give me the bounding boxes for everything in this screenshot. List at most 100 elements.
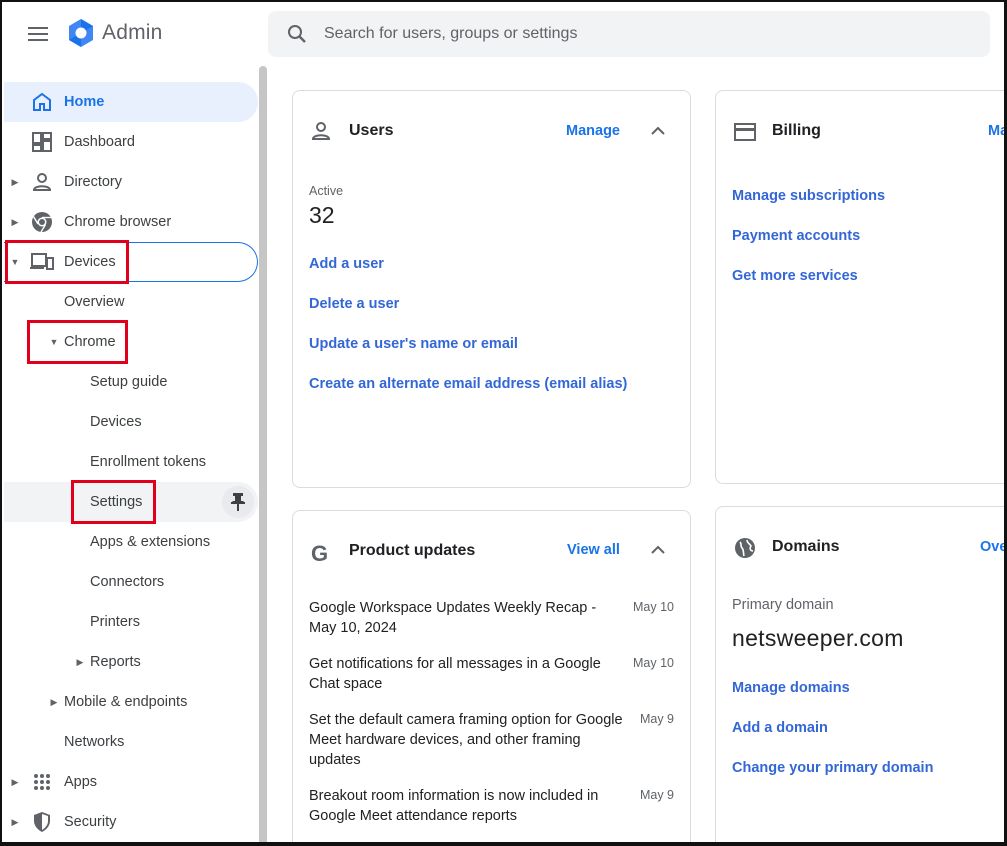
top-bar: Admin — [0, 0, 1007, 66]
product-updates-card: G Product updates View all Google Worksp… — [292, 510, 691, 846]
pin-icon — [231, 493, 245, 511]
sidebar-item-label: Security — [64, 814, 117, 830]
devices-icon — [30, 250, 54, 274]
card-title: Users — [349, 122, 394, 139]
sidebar-item-directory[interactable]: ▶ Directory — [4, 162, 258, 202]
search-input[interactable] — [324, 25, 924, 43]
create-email-alias-link[interactable]: Create an alternate email address (email… — [309, 376, 627, 392]
admin-hexagon-icon — [69, 19, 93, 47]
search-bar[interactable] — [268, 11, 990, 57]
person-icon — [30, 170, 54, 194]
caret-right-icon[interactable]: ▶ — [10, 777, 20, 787]
sidebar-item-label: Mobile & endpoints — [64, 694, 188, 710]
pin-button[interactable] — [222, 486, 254, 518]
sidebar-item-overview[interactable]: Overview — [4, 282, 258, 322]
sidebar-item-connectors[interactable]: Connectors — [4, 562, 258, 602]
chevron-up-icon[interactable] — [646, 537, 670, 561]
sidebar-scrollbar[interactable] — [259, 66, 267, 846]
sidebar-item-label: Settings — [90, 494, 143, 510]
update-item-date: May 10 — [633, 600, 674, 614]
update-item-date: May 9 — [639, 788, 674, 802]
change-primary-domain-link[interactable]: Change your primary domain — [732, 760, 933, 776]
sidebar-item-label: Connectors — [90, 574, 165, 590]
chevron-up-icon[interactable] — [646, 118, 670, 142]
caret-right-icon[interactable]: ▶ — [10, 177, 20, 187]
domains-card: Domains Ove Primary domain netsweeper.co… — [715, 506, 1007, 846]
sidebar-item-label: Apps & extensions — [90, 534, 211, 550]
apps-grid-icon — [30, 770, 54, 794]
primary-domain-label: Primary domain — [732, 597, 834, 613]
sidebar-item-security[interactable]: ▶ Security — [4, 802, 258, 842]
payment-accounts-link[interactable]: Payment accounts — [732, 228, 860, 244]
globe-icon — [734, 537, 756, 564]
sidebar-item-label: Networks — [64, 734, 125, 750]
main-menu-button[interactable] — [24, 20, 52, 48]
sidebar-item-label: Enrollment tokens — [90, 454, 207, 470]
sidebar-item-apps[interactable]: ▶ Apps — [4, 762, 258, 802]
sidebar: Home Dashboard ▶ Directory ▶ Chrome brow… — [0, 66, 258, 846]
users-card: Users Manage Active 32 Add a user Delete… — [292, 90, 691, 488]
home-icon — [30, 90, 54, 114]
caret-right-icon[interactable]: ▶ — [49, 697, 59, 707]
sidebar-item-label: Apps — [64, 774, 98, 790]
caret-down-icon[interactable]: ▼ — [49, 337, 59, 347]
view-all-updates-link[interactable]: View all — [567, 542, 620, 558]
active-user-count: 32 — [309, 202, 335, 228]
sidebar-item-label: Setup guide — [90, 374, 168, 390]
manage-subscriptions-link[interactable]: Manage subscriptions — [732, 188, 885, 204]
admin-logo[interactable]: Admin — [66, 18, 163, 48]
credit-card-icon — [734, 123, 756, 146]
card-title: Domains — [772, 538, 840, 555]
sidebar-item-enrollment-tokens[interactable]: Enrollment tokens — [4, 442, 258, 482]
sidebar-item-label: Devices — [64, 254, 116, 270]
sidebar-item-label: Chrome — [64, 334, 116, 350]
person-icon — [311, 121, 331, 146]
sidebar-item-label: Printers — [90, 614, 140, 630]
delete-user-link[interactable]: Delete a user — [309, 296, 399, 312]
sidebar-item-mobile-endpoints[interactable]: ▶ Mobile & endpoints — [4, 682, 258, 722]
domains-overview-link[interactable]: Ove — [980, 539, 1007, 555]
sidebar-item-apps-extensions[interactable]: Apps & extensions — [4, 522, 258, 562]
manage-users-link[interactable]: Manage — [566, 123, 620, 139]
dashboard-icon — [30, 130, 54, 154]
sidebar-item-label: Directory — [64, 174, 123, 190]
sidebar-item-chrome-devices[interactable]: Devices — [4, 402, 258, 442]
hamburger-icon — [28, 27, 48, 41]
get-more-services-link[interactable]: Get more services — [732, 268, 858, 284]
sidebar-item-home[interactable]: Home — [4, 82, 258, 122]
sidebar-item-networks[interactable]: Networks — [4, 722, 258, 762]
sidebar-item-reports[interactable]: ▶ Reports — [4, 642, 258, 682]
sidebar-item-label: Devices — [90, 414, 142, 430]
sidebar-item-chrome[interactable]: ▼ Chrome — [4, 322, 258, 362]
active-label: Active — [309, 184, 344, 198]
sidebar-item-devices[interactable]: ▼ Devices — [4, 242, 258, 282]
add-user-link[interactable]: Add a user — [309, 256, 384, 272]
update-user-link[interactable]: Update a user's name or email — [309, 336, 518, 352]
sidebar-item-chrome-browser[interactable]: ▶ Chrome browser — [4, 202, 258, 242]
caret-right-icon[interactable]: ▶ — [10, 217, 20, 227]
main-content: Users Manage Active 32 Add a user Delete… — [268, 66, 1007, 846]
primary-domain-value: netsweeper.com — [732, 625, 904, 651]
app-name: Admin — [102, 21, 163, 44]
sidebar-item-printers[interactable]: Printers — [4, 602, 258, 642]
add-domain-link[interactable]: Add a domain — [732, 720, 828, 736]
manage-billing-link[interactable]: Ma — [988, 123, 1007, 139]
billing-card: Billing Ma Manage subscriptions Payment … — [715, 90, 1007, 484]
chrome-icon — [30, 210, 54, 234]
sidebar-item-setup-guide[interactable]: Setup guide — [4, 362, 258, 402]
update-item-title[interactable]: Get notifications for all messages in a … — [309, 654, 609, 694]
update-item-date: May 10 — [633, 656, 674, 670]
sidebar-item-settings[interactable]: Settings — [4, 482, 258, 522]
sidebar-item-label: Chrome browser — [64, 214, 172, 230]
caret-down-icon[interactable]: ▼ — [10, 257, 20, 267]
update-item-date: May 9 — [639, 712, 674, 726]
update-item-title[interactable]: Set the default camera framing option fo… — [309, 710, 627, 770]
caret-right-icon[interactable]: ▶ — [75, 657, 85, 667]
sidebar-item-label: Dashboard — [64, 134, 135, 150]
manage-domains-link[interactable]: Manage domains — [732, 680, 850, 696]
caret-right-icon[interactable]: ▶ — [10, 817, 20, 827]
sidebar-item-dashboard[interactable]: Dashboard — [4, 122, 258, 162]
sidebar-item-label: Home — [64, 94, 105, 110]
update-item-title[interactable]: Breakout room information is now include… — [309, 786, 609, 826]
update-item-title[interactable]: Google Workspace Updates Weekly Recap - … — [309, 598, 627, 638]
